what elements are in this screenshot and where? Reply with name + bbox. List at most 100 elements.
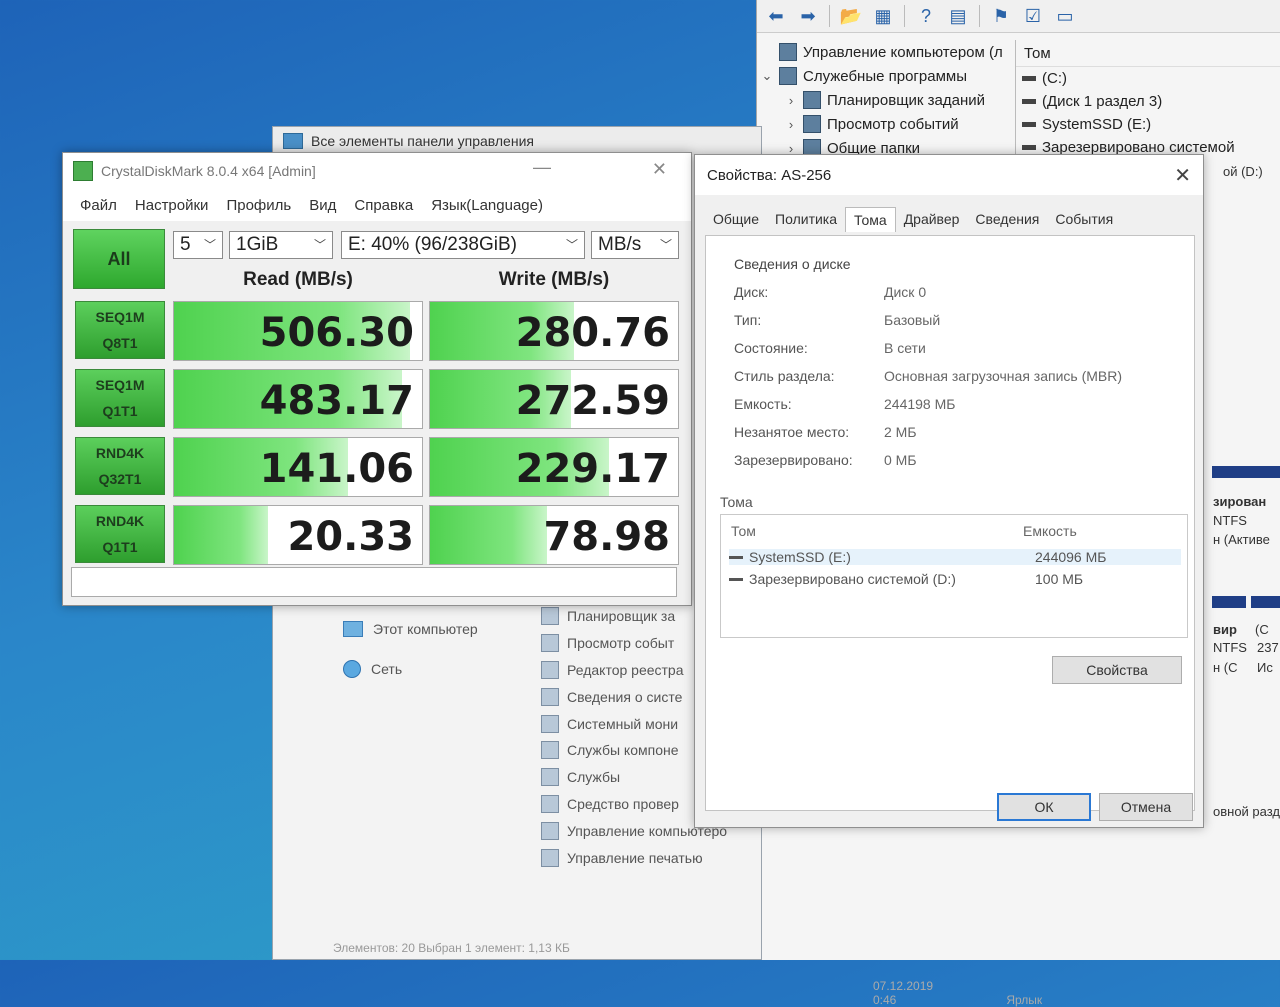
up-folder-icon[interactable]: 📂	[840, 5, 862, 27]
field-label: Незанятое место:	[734, 424, 850, 440]
table-row[interactable]: Зарезервировано системой (D:) 100 МБ	[729, 571, 1181, 587]
menu-language[interactable]: Язык(Language)	[422, 197, 552, 214]
computer-management-icon	[541, 821, 559, 840]
tab-events[interactable]: События	[1047, 207, 1121, 232]
test-button[interactable]: SEQ1M Q8T1	[75, 301, 165, 359]
event-viewer-icon	[541, 634, 559, 653]
cdm-title: CrystalDiskMark 8.0.4 x64 [Admin]	[101, 163, 316, 179]
test-button[interactable]: SEQ1M Q1T1	[75, 369, 165, 427]
control-panel-icon	[283, 133, 303, 149]
network-icon	[343, 660, 361, 678]
ok-button[interactable]: ОК	[997, 793, 1091, 821]
tab-driver[interactable]: Драйвер	[896, 207, 968, 232]
volume-row[interactable]: (C:)	[1016, 67, 1280, 90]
test-button[interactable]: RND4K Q32T1	[75, 437, 165, 495]
menu-settings[interactable]: Настройки	[126, 197, 218, 214]
minimize-icon[interactable]: —	[533, 157, 551, 178]
menu-profile[interactable]: Профиль	[217, 197, 300, 214]
tree-item[interactable]: › Просмотр событий	[761, 112, 1011, 136]
field-value: 244198 МБ	[884, 396, 956, 412]
volume-icon	[1022, 99, 1036, 104]
properties-icon[interactable]: ▤	[947, 5, 969, 27]
read-result: 20.33	[173, 505, 423, 565]
checklist-icon[interactable]: ☑	[1022, 5, 1044, 27]
volume-icon	[1022, 76, 1036, 81]
test-size-select[interactable]: 1GiB ﹀	[229, 231, 333, 259]
dialog-title: Свойства: AS-256	[707, 166, 832, 184]
field-label: Диск:	[734, 284, 769, 300]
comment-field[interactable]	[71, 567, 677, 597]
read-result: 483.17	[173, 369, 423, 429]
nav-item-this-pc[interactable]: Этот компьютер	[343, 609, 478, 649]
disk-map-strip	[1251, 596, 1280, 608]
tab-general[interactable]: Общие	[705, 207, 767, 232]
test-count-select[interactable]: 5 ﹀	[173, 231, 223, 259]
volume-icon	[1022, 145, 1036, 150]
date-cell: 07.12.2019 0:46 Ярлык	[873, 979, 1043, 1007]
disk-map-strip	[1212, 466, 1280, 478]
table-row[interactable]: SystemSSD (E:) 244096 МБ	[729, 549, 1181, 565]
test-button[interactable]: RND4K Q1T1	[75, 505, 165, 563]
menu-view[interactable]: Вид	[300, 197, 345, 214]
menu-help[interactable]: Справка	[345, 197, 422, 214]
all-button[interactable]: All	[73, 229, 165, 289]
forward-arrow-icon[interactable]: ➡	[797, 5, 819, 27]
tree-item[interactable]: Управление компьютером (л	[761, 40, 1011, 64]
tab-policy[interactable]: Политика	[767, 207, 845, 232]
disk-map-strip	[1212, 596, 1246, 608]
chevron-down-icon: ﹀	[659, 238, 672, 252]
status-bar: Элементов: 20 Выбран 1 элемент: 1,13 КБ	[333, 941, 570, 955]
connect-icon[interactable]: ⚑	[990, 5, 1012, 27]
cm-partial-text: н (Активе	[1213, 532, 1270, 547]
close-icon[interactable]: ✕	[652, 159, 667, 180]
cm-partial-text: зирован	[1213, 494, 1267, 509]
volume-properties-button[interactable]: Свойства	[1052, 656, 1182, 684]
console-icon[interactable]: ▭	[1054, 5, 1076, 27]
tree-item[interactable]: › Планировщик заданий	[761, 88, 1011, 112]
write-result: 280.76	[429, 301, 679, 361]
cm-partial-text: Ис	[1257, 660, 1273, 675]
field-label: Стиль раздела:	[734, 368, 835, 384]
show-hide-tree-icon[interactable]: ▦	[872, 5, 894, 27]
read-result: 141.06	[173, 437, 423, 497]
cm-partial-text: н (С	[1213, 660, 1238, 675]
cancel-button[interactable]: Отмена	[1099, 793, 1193, 821]
system-info-icon	[541, 687, 559, 706]
close-icon[interactable]: ✕	[1174, 163, 1191, 188]
column-capacity[interactable]: Емкость	[1023, 523, 1077, 539]
volume-column-header[interactable]: Том	[1016, 40, 1280, 67]
write-result: 78.98	[429, 505, 679, 565]
tree-item[interactable]: ⌄ Служебные программы	[761, 64, 1011, 88]
read-header: Read (MB/s)	[243, 269, 353, 290]
field-value: 2 МБ	[884, 424, 917, 440]
unit-select[interactable]: MB/s ﹀	[591, 231, 679, 259]
field-value: Базовый	[884, 312, 941, 328]
services-icon	[541, 768, 559, 787]
field-label: Тип:	[734, 312, 762, 328]
back-arrow-icon[interactable]: ⬅	[765, 5, 787, 27]
field-value: В сети	[884, 340, 926, 356]
scheduler-icon	[541, 607, 559, 626]
component-services-icon	[541, 741, 559, 760]
field-value: 0 МБ	[884, 452, 917, 468]
nav-item-network[interactable]: Сеть	[343, 649, 478, 689]
menu-file[interactable]: Файл	[71, 197, 126, 214]
volumes-table: Том Емкость SystemSSD (E:) 244096 МБ Зар…	[720, 514, 1188, 638]
print-management-icon	[541, 848, 559, 867]
cm-partial-text: NTFS	[1213, 513, 1247, 528]
computer-management-icon	[779, 43, 797, 61]
help-icon[interactable]: ?	[915, 5, 937, 27]
cm-partial-text: 237	[1257, 640, 1279, 655]
volume-row[interactable]: (Диск 1 раздел 3)	[1016, 90, 1280, 113]
tab-details[interactable]: Сведения	[967, 207, 1047, 232]
cm-volume-list: Том (C:) (Диск 1 раздел 3) SystemSSD (E:…	[1015, 40, 1280, 159]
list-item[interactable]: Управление печатью	[541, 844, 727, 871]
cp-title: Все элементы панели управления	[311, 133, 534, 149]
write-header: Write (MB/s)	[498, 269, 610, 290]
cm-partial-text: ой (D:)	[1223, 164, 1263, 179]
drive-select[interactable]: E: 40% (96/238GiB) ﹀	[341, 231, 585, 259]
tab-volumes[interactable]: Тома	[845, 207, 896, 232]
cm-partial-text: NTFS	[1213, 640, 1247, 655]
column-volume[interactable]: Том	[731, 523, 756, 539]
volume-row[interactable]: SystemSSD (E:)	[1016, 113, 1280, 136]
